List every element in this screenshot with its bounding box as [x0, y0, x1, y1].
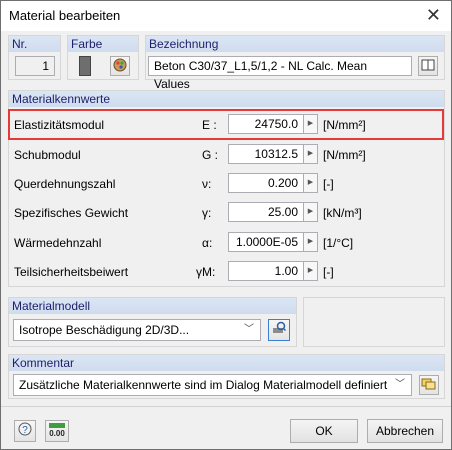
cancel-button[interactable]: Abbrechen [367, 419, 443, 443]
window-title: Material bearbeiten [9, 8, 121, 23]
kommentar-button[interactable] [419, 375, 439, 395]
units-icon-bar [49, 423, 65, 428]
row-symbol: ν: [202, 177, 212, 191]
chevron-down-icon[interactable]: ﹀ [395, 375, 405, 395]
e-modulus-input[interactable]: 24750.0 [228, 114, 304, 134]
kommentar-label: Kommentar [9, 355, 444, 371]
row-unit: [N/mm²] [323, 148, 366, 162]
color-picker-button[interactable] [110, 56, 130, 76]
row-symbol: γM: [196, 265, 216, 279]
bezeichnung-group: Bezeichnung Beton C30/37_L1,5/1,2 - NL C… [145, 35, 445, 91]
materialmodell-label: Materialmodell [9, 298, 296, 314]
shear-modulus-spinner[interactable]: ▶ [304, 144, 318, 164]
e-modulus-spinner[interactable]: ▶ [304, 114, 318, 134]
footer-divider [1, 406, 451, 407]
nr-label: Nr. [9, 36, 60, 52]
row-label: Schubmodul [14, 148, 81, 162]
row-label: Wärmedehnzahl [14, 236, 102, 250]
close-icon[interactable]: ✕ [426, 5, 441, 25]
row-symbol: E : [202, 118, 217, 132]
ok-button[interactable]: OK [290, 419, 358, 443]
row-label: Elastizitätsmodul [14, 118, 105, 132]
poisson-spinner[interactable]: ▶ [304, 173, 318, 193]
help-button[interactable]: ? [14, 420, 36, 442]
weight-spinner[interactable]: ▶ [304, 202, 318, 222]
nr-group: Nr. 1 [8, 35, 61, 80]
safety-factor-input[interactable]: 1.00 [228, 261, 304, 281]
kommentar-select[interactable]: Zusätzliche Materialkennwerte sind im Di… [13, 374, 412, 396]
safety-factor-spinner[interactable]: ▶ [304, 261, 318, 281]
row-unit: [-] [323, 177, 334, 191]
material-dialog: Material bearbeiten ✕ Nr. 1 Farbe Bezeic… [0, 0, 452, 450]
materialmodell-edit-button[interactable] [268, 319, 290, 341]
thermal-expansion-input[interactable]: 1.0000E-05 [228, 232, 304, 252]
row-label: Querdehnungszahl [14, 177, 116, 191]
bezeichnung-field[interactable]: Beton C30/37_L1,5/1,2 - NL Calc. Mean Va… [148, 56, 412, 91]
bezeichnung-label: Bezeichnung [146, 36, 444, 52]
materialmodell-select[interactable]: Isotrope Beschädigung 2D/3D... ﹀ [13, 319, 261, 341]
kommentar-group: Kommentar Zusätzliche Materialkennwerte … [8, 354, 445, 399]
shear-modulus-input[interactable]: 10312.5 [228, 144, 304, 164]
farbe-label: Farbe [68, 36, 138, 52]
weight-input[interactable]: 25.00 [228, 202, 304, 222]
book-icon [421, 59, 435, 71]
library-button[interactable] [418, 56, 438, 76]
row-label: Teilsicherheitsbeiwert [14, 265, 129, 279]
row-unit: [N/mm²] [323, 118, 366, 132]
poisson-input[interactable]: 0.200 [228, 173, 304, 193]
svg-text:?: ? [22, 425, 28, 436]
palette-icon [113, 58, 127, 72]
title-bar: Material bearbeiten ✕ [1, 1, 451, 31]
row-label: Spezifisches Gewicht [14, 206, 129, 220]
farbe-group: Farbe [67, 35, 139, 80]
nr-field[interactable]: 1 [15, 56, 55, 76]
units-icon: 0.00 [49, 429, 65, 438]
row-symbol: G : [202, 148, 219, 162]
chevron-down-icon[interactable]: ﹀ [244, 320, 254, 340]
materialkennwerte-label: Materialkennwerte [9, 91, 444, 107]
comment-list-icon [421, 378, 436, 390]
row-unit: [1/°C] [323, 236, 354, 250]
kommentar-value: Zusätzliche Materialkennwerte sind im Di… [19, 378, 388, 392]
materialmodell-group: Materialmodell Isotrope Beschädigung 2D/… [8, 297, 297, 347]
empty-panel [303, 297, 445, 347]
settings-magnifier-icon [273, 321, 287, 333]
thermal-expansion-spinner[interactable]: ▶ [304, 232, 318, 252]
help-icon: ? [18, 422, 32, 436]
row-symbol: α: [202, 236, 213, 250]
color-swatch[interactable] [79, 56, 91, 76]
row-unit: [-] [323, 265, 334, 279]
row-symbol: γ: [202, 206, 212, 220]
units-button[interactable]: 0.00 [45, 420, 69, 442]
row-unit: [kN/m³] [323, 206, 362, 220]
materialmodell-value: Isotrope Beschädigung 2D/3D... [19, 323, 190, 337]
